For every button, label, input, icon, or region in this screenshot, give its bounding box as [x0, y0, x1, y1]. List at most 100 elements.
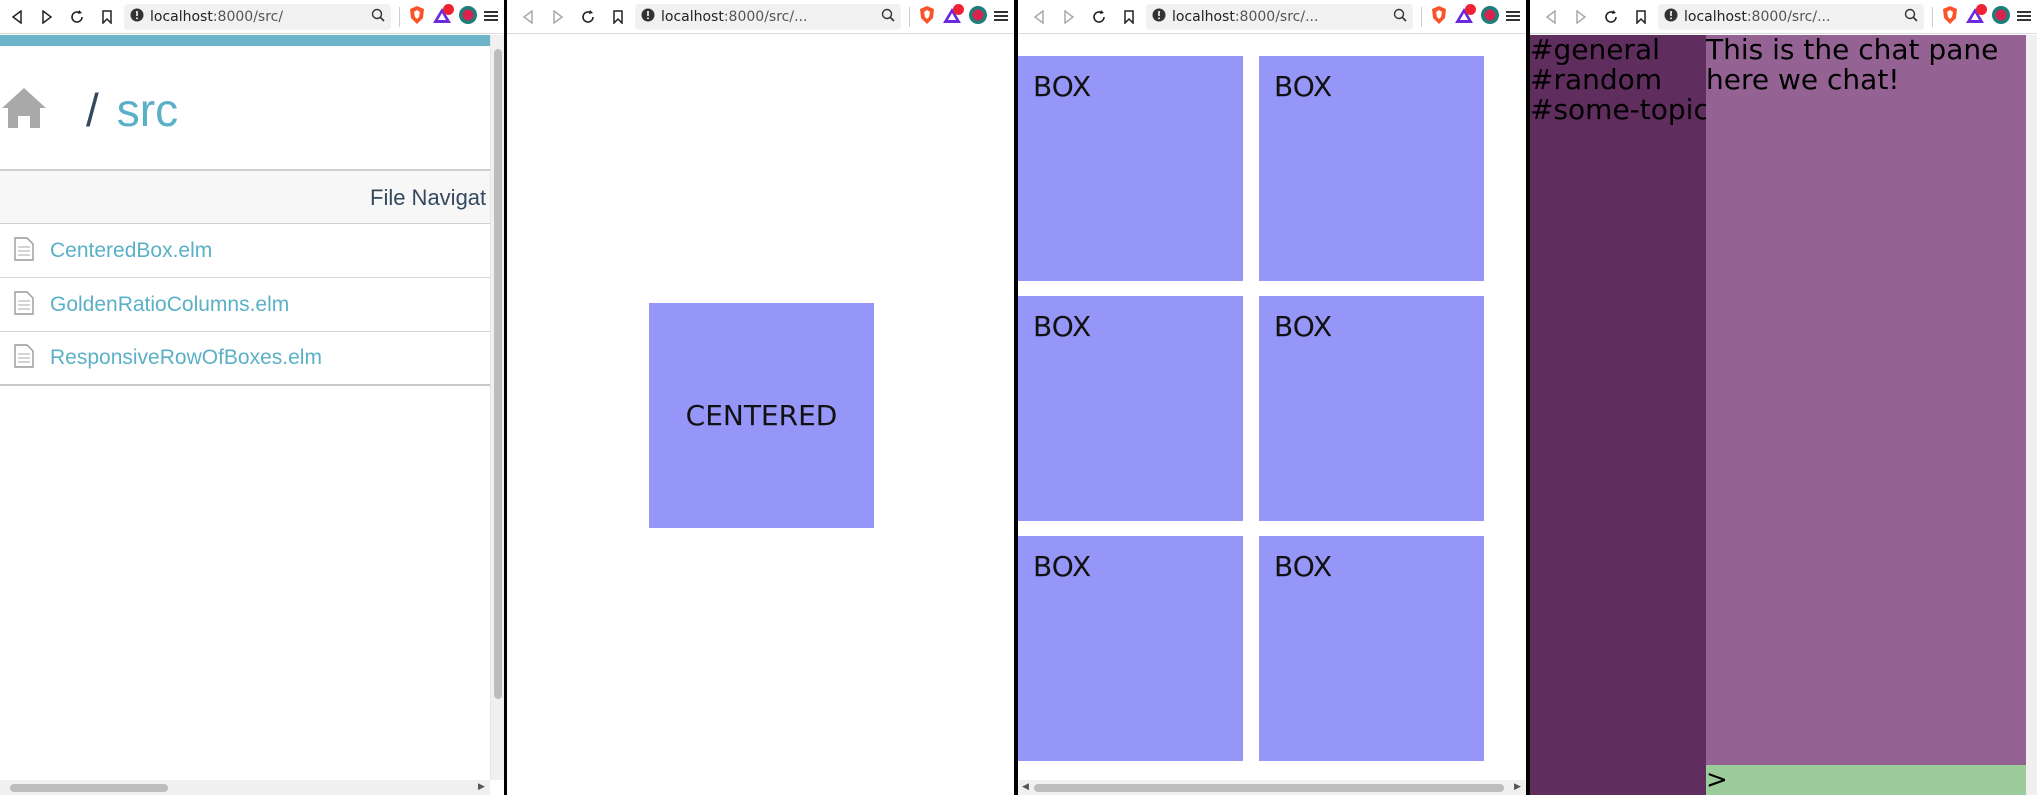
reload-icon[interactable] [66, 6, 88, 28]
centered-box-label: CENTERED [685, 399, 838, 432]
file-row[interactable]: GoldenRatioColumns.elm [0, 278, 490, 332]
box-label: BOX [1033, 550, 1092, 583]
file-icon [14, 236, 36, 265]
zoom-icon[interactable] [1393, 7, 1407, 26]
forward-icon[interactable] [36, 6, 58, 28]
reload-icon[interactable] [1600, 6, 1622, 28]
back-icon[interactable] [6, 6, 28, 28]
file-link[interactable]: CenteredBox.elm [50, 239, 212, 263]
brave-rewards-icon[interactable] [942, 3, 964, 28]
box: BOX [1259, 296, 1484, 521]
vertical-scrollbar[interactable] [490, 35, 504, 780]
extension-icon[interactable] [458, 5, 478, 29]
menu-icon[interactable] [1506, 7, 1520, 26]
zoom-icon[interactable] [371, 7, 385, 26]
brave-shield-icon[interactable] [1941, 5, 1959, 29]
file-icon [14, 290, 36, 319]
address-bar[interactable]: localhost:8000/src/... [1146, 3, 1413, 30]
scrollbar-thumb[interactable] [10, 784, 168, 792]
address-bar[interactable]: localhost:8000/src/ [124, 3, 391, 30]
scrollbar-thumb[interactable] [494, 49, 502, 699]
zoom-icon[interactable] [881, 7, 895, 26]
forward-icon[interactable] [1570, 6, 1592, 28]
url-text: localhost:8000/src/... [1172, 9, 1393, 25]
breadcrumb: / src [0, 80, 490, 140]
channel-list: #general #random #some-topic [1530, 35, 1706, 795]
home-icon[interactable] [0, 86, 48, 134]
forward-icon[interactable] [547, 6, 569, 28]
file-row[interactable]: ResponsiveRowOfBoxes.elm [0, 332, 490, 386]
url-host: localhost [1684, 8, 1747, 25]
bookmark-icon[interactable] [607, 6, 629, 28]
chat-input[interactable]: > [1706, 765, 2026, 795]
file-navigator-title: File Navigat [370, 185, 487, 210]
extension-icon[interactable] [1991, 5, 2011, 29]
zoom-icon[interactable] [1904, 7, 1918, 26]
menu-icon[interactable] [2017, 7, 2031, 26]
horizontal-scrollbar[interactable]: ▶ [0, 780, 490, 795]
back-icon[interactable] [1540, 6, 1562, 28]
back-icon[interactable] [517, 6, 539, 28]
centered-box: CENTERED [649, 303, 874, 528]
accent-bar [0, 35, 490, 46]
brave-shield-icon[interactable] [1430, 5, 1448, 29]
toolbar-separator [1421, 6, 1422, 27]
back-icon[interactable] [1028, 6, 1050, 28]
site-info-icon[interactable] [130, 7, 144, 26]
brave-rewards-icon[interactable] [432, 3, 454, 28]
file-icon [14, 344, 36, 372]
scroll-right-arrow-icon[interactable]: ▶ [478, 782, 485, 792]
box-label: BOX [1033, 310, 1092, 343]
brave-shield-icon[interactable] [918, 5, 936, 29]
box-label: BOX [1274, 310, 1333, 343]
reload-icon[interactable] [1088, 6, 1110, 28]
url-path: :8000/src/... [723, 8, 808, 25]
scroll-left-arrow-icon[interactable]: ◀ [1022, 782, 1029, 792]
url-text: localhost:8000/src/... [1684, 9, 1904, 25]
site-info-icon[interactable] [1152, 7, 1166, 26]
toolbar-separator [909, 6, 910, 27]
box: BOX [1018, 56, 1243, 281]
scroll-right-arrow-icon[interactable]: ▶ [1514, 782, 1521, 792]
file-link[interactable]: ResponsiveRowOfBoxes.elm [50, 346, 322, 370]
forward-icon[interactable] [1058, 6, 1080, 28]
bookmark-icon[interactable] [96, 6, 118, 28]
channel-item[interactable]: #some-topic [1530, 95, 1706, 125]
extension-icon[interactable] [968, 5, 988, 29]
address-bar[interactable]: localhost:8000/src/... [1658, 3, 1924, 30]
brave-rewards-icon[interactable] [1454, 3, 1476, 28]
extension-icon[interactable] [1480, 5, 1500, 29]
site-info-icon[interactable] [1664, 7, 1678, 26]
toolbar-separator [1932, 6, 1933, 27]
brave-shield-icon[interactable] [408, 5, 426, 29]
bookmark-icon[interactable] [1630, 6, 1652, 28]
address-bar[interactable]: localhost:8000/src/... [635, 3, 901, 30]
browser-toolbar: localhost:8000/src/... [1530, 0, 2037, 34]
breadcrumb-dir-link[interactable]: src [117, 83, 178, 137]
reload-icon[interactable] [577, 6, 599, 28]
box-label: BOX [1033, 70, 1092, 103]
box: BOX [1259, 56, 1484, 281]
menu-icon[interactable] [994, 7, 1008, 26]
url-path: :8000/src/ [212, 8, 284, 25]
url-path: :8000/src/... [1746, 8, 1831, 25]
url-path: :8000/src/... [1234, 8, 1319, 25]
chat-line: This is the chat pane [1706, 35, 1999, 66]
browser-window-file-navigator: localhost:8000/src/ / src File Navigat C… [0, 0, 504, 795]
file-row[interactable]: CenteredBox.elm [0, 224, 490, 278]
browser-toolbar: localhost:8000/src/ [0, 0, 504, 34]
horizontal-scrollbar[interactable]: ◀ ▶ [1018, 780, 1526, 795]
channel-item[interactable]: #general [1530, 35, 1706, 65]
browser-window-centered-box: localhost:8000/src/... CENTERED [507, 0, 1014, 795]
box-label: BOX [1274, 70, 1333, 103]
channel-item[interactable]: #random [1530, 65, 1706, 95]
menu-icon[interactable] [484, 7, 498, 26]
site-info-icon[interactable] [641, 7, 655, 26]
scrollbar-thumb[interactable] [1034, 784, 1504, 792]
box-label: BOX [1274, 550, 1333, 583]
bookmark-icon[interactable] [1118, 6, 1140, 28]
file-link[interactable]: GoldenRatioColumns.elm [50, 293, 289, 317]
vertical-scrollbar[interactable] [2026, 35, 2037, 795]
url-text: localhost:8000/src/ [150, 9, 371, 25]
brave-rewards-icon[interactable] [1965, 3, 1987, 28]
